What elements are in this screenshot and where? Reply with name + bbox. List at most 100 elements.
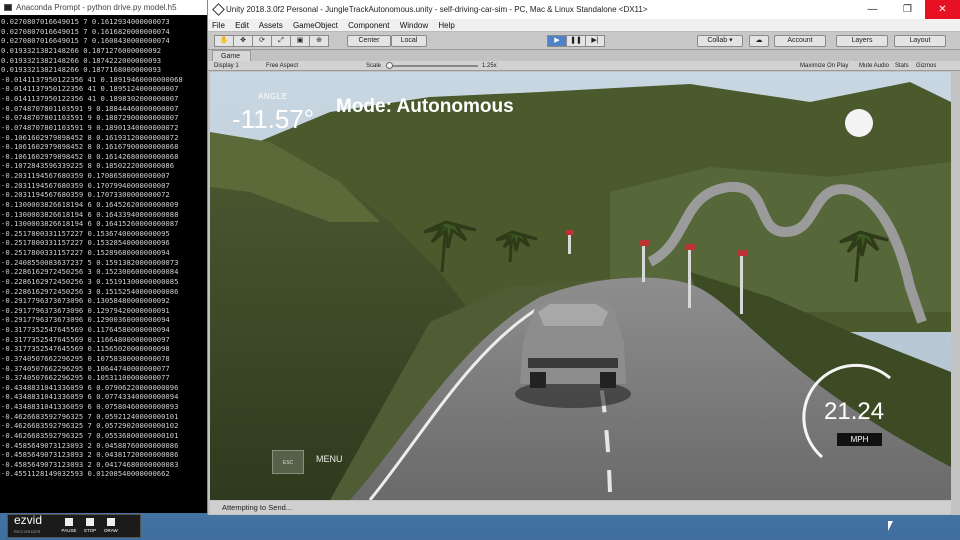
scale-label: Scale	[366, 63, 382, 69]
console-line: -0.2031194567680359 0.17073300000000072	[1, 190, 170, 200]
console-app-icon	[4, 4, 12, 11]
display-dropdown[interactable]: Display 1	[214, 61, 239, 71]
console-line: -0.1300003826618194 6 0.1641526000000008…	[1, 219, 179, 229]
console-line: -0.1061602979898452 8 0.1619312000000007…	[1, 132, 179, 142]
game-tab-bar: Game	[208, 50, 960, 61]
console-line: -0.4585649073123093 2 0.0417468000000008…	[1, 459, 179, 469]
maximize-button[interactable]: ❐	[890, 0, 925, 19]
gizmos-dropdown[interactable]: Gizmos	[916, 61, 936, 71]
console-line: -0.4585649073123093 2 0.0438172000000008…	[1, 450, 179, 460]
menu-component[interactable]: Component	[348, 21, 389, 30]
rotate-tool-button[interactable]: ⟳	[252, 35, 272, 47]
account-dropdown[interactable]: Account	[774, 35, 826, 47]
menu-help[interactable]: Help	[438, 21, 454, 30]
console-line: -0.0748707801103591 9 0.1887290000000000…	[1, 113, 179, 123]
transform-tool-button[interactable]: ⊕	[309, 35, 329, 47]
console-line: -0.2517800331157227 0.15289680000000094	[1, 248, 170, 257]
steering-angle-value: -11.57°	[232, 104, 315, 134]
cloud-icon[interactable]: ☁	[749, 35, 769, 47]
menu-edit[interactable]: Edit	[235, 21, 249, 30]
mode-label: Mode: Autonomous	[336, 96, 514, 117]
console-line: -0.0141137950122356 41 0.189194600000000…	[1, 74, 183, 84]
unity-logo-icon	[212, 3, 225, 16]
console-line: 0.0270807016649015 7 0.1608430000000074	[1, 36, 170, 46]
console-line: -0.3740507662296295 0.10531100000000077	[1, 373, 170, 383]
console-line: -0.1072843596339225 8 0.1850222000000086	[1, 161, 175, 171]
scale-slider[interactable]	[388, 65, 478, 67]
console-line: -0.1300003826618194 6 0.1643394000000008…	[1, 209, 179, 219]
console-line: -0.3177352547645569 0.11664800000000097	[1, 334, 170, 344]
mute-audio-toggle[interactable]: Mute Audio	[859, 61, 889, 71]
menu-gameobject[interactable]: GameObject	[293, 21, 338, 30]
transform-tools: ✋ ✥ ⟳ ⤢ ▣ ⊕	[214, 35, 329, 47]
mouse-cursor-icon	[888, 521, 893, 531]
console-line: -0.1061602979898452 8 0.1616790000000006…	[1, 142, 179, 152]
minimize-button[interactable]: —	[855, 0, 890, 19]
move-tool-button[interactable]: ✥	[233, 35, 253, 47]
layout-dropdown[interactable]: Layout	[894, 35, 946, 47]
console-line: -0.4626683592796325 7 0.0572902000000010…	[1, 421, 179, 431]
draw-icon	[107, 518, 115, 526]
recorder-logo-text: ezvid	[14, 513, 43, 527]
esc-button[interactable]: ESC	[272, 450, 304, 474]
console-line: 0.0270807016649015 7 0.1612934000000073	[1, 17, 170, 26]
console-line: -0.0748707801103591 9 0.1890134000000007…	[1, 122, 179, 132]
console-line: -0.0141137950122356 41 0.189830200000000…	[1, 94, 179, 103]
recorder-pause-button[interactable]: PAUSE	[59, 516, 79, 536]
console-line: 0.0193321382148266 0.1877168000000093	[1, 65, 162, 75]
step-button[interactable]: ▶|	[585, 35, 605, 47]
scale-slider-handle[interactable]	[386, 62, 393, 69]
console-line: -0.4348831041336059 6 0.0758046000000009…	[1, 402, 179, 411]
console-line: -0.0748707801103591 9 0.1884446000000000…	[1, 103, 179, 113]
console-title: Anaconda Prompt - python drive.py model.…	[16, 3, 177, 12]
scale-value: 1.25x	[482, 63, 497, 69]
console-line: -0.2917796373673096 0.12979420000000091	[1, 305, 170, 315]
collab-button[interactable]: Collab ▾	[697, 35, 743, 47]
menu-bar: File Edit Assets GameObject Component Wi…	[208, 19, 960, 32]
game-viewport[interactable]: ANGLE -11.57° Mode: Autonomous 21.24 MPH…	[210, 72, 951, 500]
console-line: -0.3177352547645569 0.11764580000000094	[1, 325, 170, 334]
menu-file[interactable]: File	[212, 21, 225, 30]
pause-button[interactable]: ❚❚	[566, 35, 586, 47]
status-bar: Attempting to Send...	[210, 501, 951, 514]
menu-window[interactable]: Window	[400, 21, 428, 30]
console-line: -0.2031194567680359 0.17086580000000007	[1, 171, 170, 180]
scale-tool-button[interactable]: ⤢	[271, 35, 291, 47]
aspect-dropdown[interactable]: Free Aspect	[266, 61, 298, 71]
menu-assets[interactable]: Assets	[259, 21, 283, 30]
console-line: -0.0141137950122356 41 0.189512400000000…	[1, 84, 179, 94]
tab-game[interactable]: Game	[212, 50, 252, 61]
console-line: -0.4585649073123093 2 0.0458876000000008…	[1, 440, 179, 450]
console-line: -0.2286162972450256 3 0.1523006000000008…	[1, 267, 179, 277]
pivot-local-button[interactable]: Local	[391, 35, 427, 47]
console-line: -0.2408550083637237 5 0.1591382000000007…	[1, 257, 179, 267]
stats-toggle[interactable]: Stats	[895, 61, 909, 71]
stop-icon	[86, 518, 94, 526]
console-line: -0.3740507662296295 0.10644740000000077	[1, 363, 170, 373]
close-button[interactable]: ✕	[925, 0, 960, 19]
console-line: 0.0270807016649015 7 0.1616820000000074	[1, 26, 170, 36]
console-line: -0.2517800331157227 0.15328540000000096	[1, 238, 170, 248]
rect-tool-button[interactable]: ▣	[290, 35, 310, 47]
unity-title-bar[interactable]: Unity 2018.3.0f2 Personal - JungleTrackA…	[208, 0, 960, 19]
angle-label: ANGLE	[258, 92, 288, 101]
recorder-stop-button[interactable]: STOP	[80, 516, 100, 536]
menu-button[interactable]: MENU	[316, 454, 343, 464]
maximize-on-play-toggle[interactable]: Maximize On Play	[800, 61, 848, 71]
hand-tool-button[interactable]: ✋	[214, 35, 234, 47]
speed-unit: MPH	[837, 433, 882, 446]
console-line: -0.2917796373673096 0.13058480000000092	[1, 296, 170, 306]
console-line: -0.4626683592796325 7 0.0592124000000010…	[1, 411, 179, 421]
console-line: -0.4626683592796325 7 0.0553680000000010…	[1, 430, 179, 440]
console-window[interactable]: Anaconda Prompt - python drive.py model.…	[0, 0, 208, 513]
console-title-bar[interactable]: Anaconda Prompt - python drive.py model.…	[0, 0, 208, 15]
layers-dropdown[interactable]: Layers	[836, 35, 888, 47]
console-line: 0.0193321382148266 0.1874222000000093	[1, 55, 162, 65]
pivot-center-button[interactable]: Center	[347, 35, 391, 47]
console-line: -0.3177352547645569 0.11565020000000098	[1, 344, 170, 354]
play-button[interactable]: ▶	[547, 35, 567, 47]
recorder-draw-button[interactable]: DRAW	[101, 516, 121, 536]
unity-window[interactable]: Unity 2018.3.0f2 Personal - JungleTrackA…	[207, 0, 960, 515]
console-line: -0.4551128149032593 0.01208540000000662	[1, 469, 170, 479]
console-line: -0.3740507662296295 0.10758380000000078	[1, 353, 170, 363]
